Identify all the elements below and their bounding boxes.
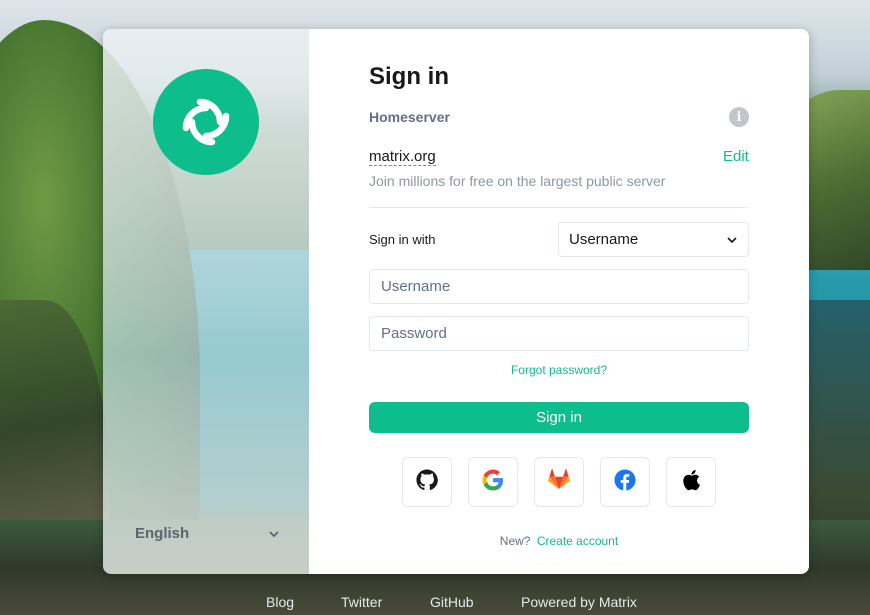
- username-input[interactable]: [369, 269, 749, 304]
- sign-in-button[interactable]: Sign in: [369, 402, 749, 433]
- footer-link-github[interactable]: GitHub: [430, 594, 474, 610]
- facebook-icon: [614, 468, 636, 496]
- sso-gitlab-button[interactable]: [534, 457, 584, 507]
- footer-link-twitter[interactable]: Twitter: [341, 594, 382, 610]
- sign-in-with-label: Sign in with: [369, 232, 436, 247]
- create-account-row: New? Create account: [369, 534, 749, 548]
- edit-homeserver-link[interactable]: Edit: [723, 148, 749, 165]
- create-account-link[interactable]: Create account: [537, 534, 618, 548]
- forgot-password-link[interactable]: Forgot password?: [369, 363, 749, 377]
- auth-header-pane: English: [103, 29, 309, 574]
- footer-link-blog[interactable]: Blog: [266, 594, 294, 610]
- sso-github-button[interactable]: [402, 457, 452, 507]
- new-label: New?: [499, 534, 531, 548]
- homeserver-label: Homeserver: [369, 109, 450, 125]
- login-form-pane: Sign in Homeserver i matrix.org Edit Joi…: [309, 29, 809, 574]
- sso-facebook-button[interactable]: [600, 457, 650, 507]
- apple-icon: [681, 469, 701, 496]
- sso-apple-button[interactable]: [666, 457, 716, 507]
- footer-link-powered-by[interactable]: Powered by Matrix: [521, 594, 637, 610]
- homeserver-description: Join millions for free on the largest pu…: [369, 173, 666, 189]
- gitlab-icon: [548, 468, 570, 496]
- language-selector[interactable]: English: [135, 523, 280, 543]
- chevron-down-icon: [726, 231, 738, 248]
- info-icon[interactable]: i: [729, 107, 749, 127]
- page-title: Sign in: [369, 63, 449, 90]
- language-label: English: [135, 524, 190, 542]
- password-input[interactable]: [369, 316, 749, 351]
- homeserver-name: matrix.org: [369, 148, 436, 166]
- github-icon: [416, 468, 438, 496]
- sso-google-button[interactable]: [468, 457, 518, 507]
- divider: [369, 207, 749, 208]
- google-icon: [482, 469, 504, 496]
- sso-buttons: [402, 457, 716, 507]
- login-type-select[interactable]: Username: [558, 222, 749, 257]
- auth-card: English Sign in Homeserver i matrix.org …: [103, 29, 809, 574]
- login-type-value: Username: [569, 231, 639, 248]
- chevron-down-icon: [268, 525, 280, 542]
- footer-links: Blog Twitter GitHub Powered by Matrix: [0, 594, 870, 614]
- element-logo-icon: [153, 69, 259, 175]
